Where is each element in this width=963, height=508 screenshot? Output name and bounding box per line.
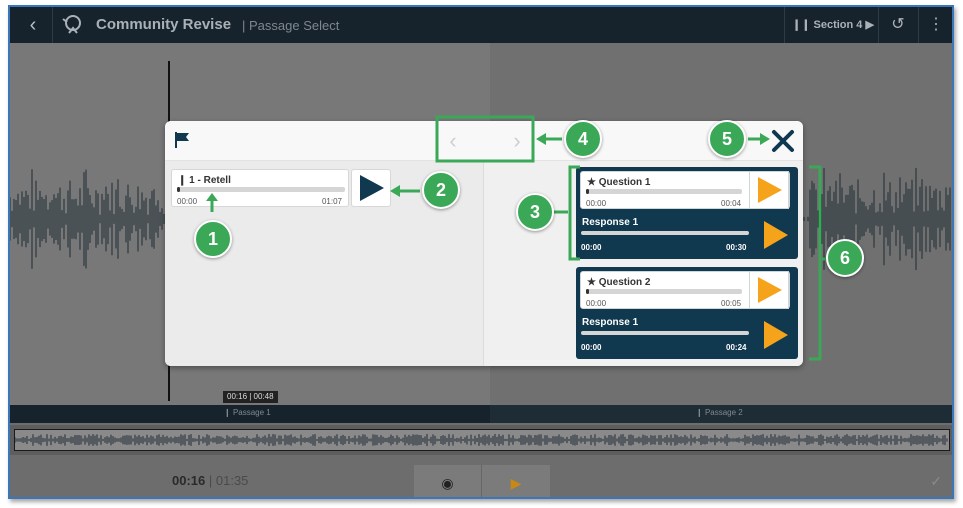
- passage-item[interactable]: ❙ 1 - Retell 00:00 01:07: [171, 169, 349, 207]
- divider: [52, 7, 53, 43]
- revise-button[interactable]: ◉: [414, 465, 482, 497]
- response-label: Response 1: [582, 217, 639, 228]
- question-block: ★ Question 1 00:00 00:04 Response 1 00:0…: [576, 167, 798, 259]
- flag-icon: [175, 132, 189, 148]
- question-start-time: 00:00: [586, 199, 607, 208]
- question-end-time: 00:04: [721, 199, 742, 208]
- sync-icon[interactable]: ↺: [880, 7, 916, 43]
- star-icon: ★: [587, 277, 599, 288]
- passage-strip: ❙ Passage 1 ❙ Passage 2: [10, 405, 952, 423]
- play-icon: [758, 177, 782, 203]
- play-icon: [764, 221, 788, 249]
- play-icon: [360, 175, 384, 201]
- callout-1: 1: [194, 220, 232, 258]
- callout-4: 4: [564, 120, 602, 158]
- bottom-bar: 00:16 | 01:35 ◉ ▶ ✓: [10, 455, 952, 497]
- app-logo-icon: [62, 15, 81, 34]
- mic-icon: ❙: [178, 175, 190, 186]
- passage-play-button[interactable]: [351, 169, 391, 207]
- play-icon: ▶: [510, 475, 522, 491]
- passage-select-modal: ‹ › ❙ 1 - Retell 00:00 01:07 ★ Question …: [165, 121, 803, 366]
- mic-icon: ❙: [224, 408, 233, 417]
- more-menu-icon[interactable]: ⋮: [920, 7, 952, 43]
- mini-timeline-track[interactable]: [14, 429, 950, 451]
- question-start-time: 00:00: [586, 299, 607, 308]
- play-circle-icon: ▶: [865, 19, 874, 31]
- question-item[interactable]: ★ Question 2 00:00 00:05: [580, 271, 790, 309]
- time-readout: 00:16 | 01:35: [172, 473, 248, 488]
- section-label: Section 4: [813, 19, 863, 31]
- question-label: ★ Question 1: [587, 177, 651, 188]
- callout-5: 5: [708, 120, 746, 158]
- response-progress[interactable]: [581, 331, 749, 335]
- app-window: ‹ Community Revise | Passage Select ❙❙ S…: [8, 5, 954, 499]
- current-time: 00:16: [172, 473, 206, 488]
- mini-timeline[interactable]: [10, 425, 952, 455]
- time-separator: |: [208, 473, 216, 488]
- mic-icon: ❙: [696, 408, 705, 417]
- mini-waveform: [14, 434, 948, 446]
- revise-icon: ◉: [441, 475, 454, 491]
- question-progress[interactable]: [586, 289, 742, 294]
- passage-1-label[interactable]: ❙ Passage 1: [224, 408, 271, 417]
- question-progress[interactable]: [586, 189, 742, 194]
- response-play-button[interactable]: [756, 217, 794, 253]
- section-selector[interactable]: ❙❙ Section 4 ▶: [792, 15, 874, 35]
- top-bar: ‹ Community Revise | Passage Select ❙❙ S…: [10, 7, 952, 43]
- response-start-time: 00:00: [581, 343, 602, 352]
- response-label: Response 1: [582, 317, 639, 328]
- response-play-button[interactable]: [756, 317, 794, 353]
- passage-progress[interactable]: [177, 187, 345, 192]
- passage-end-time: 01:07: [321, 197, 342, 206]
- response-start-time: 00:00: [581, 243, 602, 252]
- check-icon[interactable]: ✓: [930, 473, 942, 490]
- question-play-button[interactable]: [749, 271, 789, 309]
- divider: [918, 7, 919, 43]
- question-label: ★ Question 2: [587, 277, 651, 288]
- play-button[interactable]: ▶: [482, 465, 550, 497]
- question-block: ★ Question 2 00:00 00:05 Response 1 00:0…: [576, 267, 798, 359]
- callout-2: 2: [422, 171, 460, 209]
- response-end-time: 00:30: [726, 243, 747, 252]
- prev-page-icon[interactable]: ‹: [441, 129, 465, 153]
- question-list: ★ Question 1 00:00 00:04 Response 1 00:0…: [483, 161, 803, 366]
- next-page-icon[interactable]: ›: [505, 129, 529, 153]
- total-time: 01:35: [215, 473, 249, 488]
- passage-2-label[interactable]: ❙ Passage 2: [696, 408, 743, 417]
- subtitle-text: Passage Select: [249, 18, 340, 33]
- back-arrow-icon[interactable]: ‹: [18, 12, 48, 38]
- page-subtitle: | Passage Select: [242, 18, 340, 33]
- play-icon: [758, 277, 782, 303]
- play-icon: [764, 321, 788, 349]
- star-icon: ★: [587, 177, 599, 188]
- app-title: Community Revise: [96, 16, 232, 33]
- waveform-small-icon: ❙❙: [792, 19, 811, 31]
- question-play-button[interactable]: [749, 171, 789, 209]
- divider: [878, 7, 879, 43]
- callout-3: 3: [516, 193, 554, 231]
- divider: [784, 7, 785, 43]
- passage-item-label: ❙ 1 - Retell: [178, 175, 231, 186]
- response-progress[interactable]: [581, 231, 749, 235]
- question-end-time: 00:05: [721, 299, 742, 308]
- callout-6: 6: [826, 239, 864, 277]
- playhead-time-marker: 00:16 | 00:48: [223, 391, 278, 403]
- passage-start-time: 00:00: [177, 197, 198, 206]
- close-icon[interactable]: [769, 127, 797, 155]
- question-item[interactable]: ★ Question 1 00:00 00:04: [580, 171, 790, 209]
- response-end-time: 00:24: [726, 343, 747, 352]
